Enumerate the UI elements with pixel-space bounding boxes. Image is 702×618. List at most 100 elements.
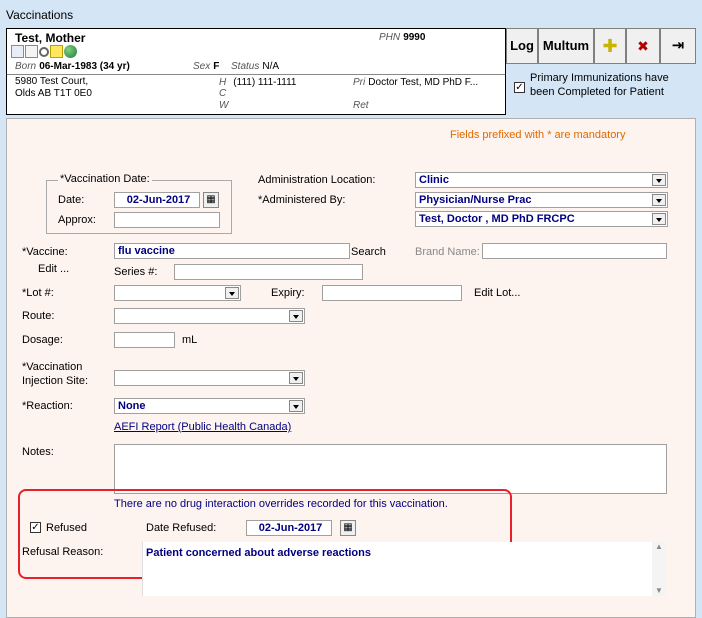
chevron-down-icon[interactable] [225,287,239,299]
multum-button[interactable]: Multum [538,28,594,64]
exit-icon[interactable]: ⇥ [660,28,696,64]
notes-label: Notes: [22,446,54,458]
chevron-down-icon[interactable] [652,213,666,225]
chevron-down-icon[interactable] [289,310,303,322]
log-button[interactable]: Log [506,28,538,64]
ret-label: Ret [353,100,369,111]
expiry-label: Expiry: [271,287,305,299]
dosage-field[interactable] [114,332,175,348]
date-field[interactable]: 02-Jun-2017 [114,192,200,208]
injection-site-label-1: *Vaccination [22,361,83,373]
administered-by-value: Physician/Nurse Prac [419,194,532,206]
phn-value: 9990 [403,32,426,43]
administered-by-person-value: Test, Doctor , MD PhD FRCPC [419,213,575,225]
search-icon[interactable] [39,46,49,57]
brand-name-field[interactable] [482,243,667,259]
edit-lot-button[interactable]: Edit Lot... [474,287,520,299]
ml-label: mL [182,334,198,346]
address-line-1: 5980 Test Court, [15,76,89,87]
phn-label: PHN [379,32,401,43]
calendar-icon[interactable]: ▦ [203,192,219,208]
status-value: N/A [262,61,280,72]
refused-checkbox[interactable]: ✓ [30,522,41,533]
administered-by-label: *Administered By: [258,194,346,206]
route-label: Route: [22,310,55,322]
vaccine-field[interactable]: flu vaccine [114,243,350,259]
primary-physician: Pri Doctor Test, MD PhD F... [353,76,478,88]
vaccination-date-label: *Vaccination Date: [58,173,152,185]
chevron-down-icon[interactable] [652,174,666,186]
born-display: Born 06-Mar-1983 (34 yr) [15,60,130,72]
chevron-down-icon[interactable] [652,194,666,206]
phone-home: H (111) 111-1111 [219,76,297,88]
refused-label: Refused [46,522,87,534]
sex-label: Sex [193,61,211,72]
mandatory-note: Fields prefixed with * are mandatory [450,129,626,141]
approx-label: Approx: [58,214,96,226]
injection-site-label-2: Injection Site: [22,375,89,387]
route-select[interactable] [114,308,305,324]
aefi-report-link[interactable]: AEFI Report (Public Health Canada) [114,421,291,433]
scrollbar[interactable]: ▲ ▼ [652,542,666,596]
phone-w-label: W [219,100,229,111]
primary-immunizations-label: Primary Immunizations have been Complete… [530,72,669,98]
refusal-reason-field[interactable]: Patient concerned about adverse reaction… [142,542,666,596]
administered-by-select[interactable]: Physician/Nurse Prac [415,192,668,208]
series-label: Series #: [114,266,158,278]
date-refused-field[interactable]: 02-Jun-2017 [246,520,332,536]
interaction-note: There are no drug interaction overrides … [114,498,448,510]
globe-icon[interactable] [64,45,77,58]
patient-header: Test, Mother PHN 9990 Born 06-Mar-1983 (… [6,28,506,115]
address-line-2: Olds AB T1T 0E0 [15,88,92,99]
reaction-label: *Reaction: [22,400,73,412]
primary-immunizations-checkbox[interactable]: ✓ [514,82,525,93]
card-icon[interactable] [11,45,24,58]
date-refused-label: Date Refused: [146,522,217,534]
injection-site-select[interactable] [114,370,305,386]
reaction-value: None [118,400,146,412]
date-value: 02-Jun-2017 [126,194,191,206]
reaction-select[interactable]: None [114,398,305,414]
lot-select[interactable] [114,285,241,301]
refusal-reason-label: Refusal Reason: [22,546,104,558]
born-label: Born [15,61,37,72]
header-divider [7,74,505,75]
born-value: 06-Mar-1983 (34 yr) [39,61,130,72]
status-display: Status N/A [231,60,279,72]
vaccine-label: *Vaccine: [22,246,68,258]
window-title: Vaccinations [6,8,74,22]
phone-c-label: C [219,88,227,99]
chevron-down-icon[interactable] [289,372,303,384]
date-refused-value: 02-Jun-2017 [258,522,323,534]
admin-location-value: Clinic [419,174,449,186]
pri-value: Doctor Test, MD PhD F... [368,77,479,88]
add-icon[interactable]: ✚ [594,28,626,64]
phone-h-value: (111) 111-1111 [233,77,297,88]
document-icon[interactable] [25,45,38,58]
brand-name-label: Brand Name: [415,246,480,258]
scroll-up-icon[interactable]: ▲ [652,542,666,552]
status-label: Status [231,61,260,72]
delete-icon[interactable]: ✖ [626,28,660,64]
notes-field[interactable] [114,444,667,494]
dosage-label: Dosage: [22,334,63,346]
admin-location-select[interactable]: Clinic [415,172,668,188]
expiry-field[interactable] [322,285,462,301]
administered-by-person-select[interactable]: Test, Doctor , MD PhD FRCPC [415,211,668,227]
patient-name: Test, Mother [15,31,86,45]
scroll-down-icon[interactable]: ▼ [652,586,666,596]
sex-value: F [213,61,220,72]
calendar-icon[interactable]: ▦ [340,520,356,536]
date-label: Date: [58,194,85,206]
sex-display: Sex F [193,60,219,72]
phone-h-label: H [219,77,227,88]
chevron-down-icon[interactable] [289,400,303,412]
phn-display: PHN 9990 [379,31,425,43]
search-button[interactable]: Search [351,246,386,258]
patient-icon-bar [11,45,78,61]
note-icon[interactable] [50,45,63,58]
refusal-reason-value: Patient concerned about adverse reaction… [146,547,371,559]
approx-field[interactable] [114,212,220,228]
series-field[interactable] [174,264,363,280]
edit-button[interactable]: Edit ... [38,263,69,275]
